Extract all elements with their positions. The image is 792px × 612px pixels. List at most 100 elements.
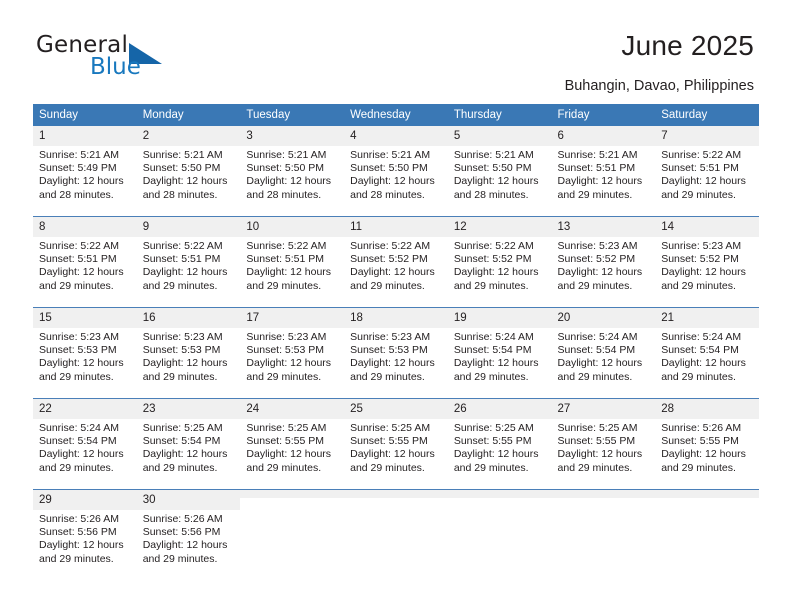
- day-number: 8: [33, 217, 137, 237]
- calendar-day-cell[interactable]: 11 Sunrise: 5:22 AM Sunset: 5:52 PM Dayligh…: [344, 216, 448, 308]
- sunset-text: Sunset: 5:50 PM: [453, 162, 532, 175]
- calendar-day-cell[interactable]: 6 Sunrise: 5:21 AM Sunset: 5:51 PM Daylight…: [551, 126, 656, 217]
- daylight-text-line1: Daylight: 12 hours: [39, 175, 124, 188]
- daylight-text-line2: and 28 minutes.: [350, 188, 425, 201]
- calendar-day-cell[interactable]: 30 Sunrise: 5:26 AM Sunset: 5:56 PM Dayligh…: [136, 489, 241, 580]
- daylight-text-line2: and 28 minutes.: [246, 188, 322, 201]
- daylight-text-line2: and 29 minutes.: [453, 370, 529, 383]
- calendar-day-cell[interactable]: 8 Sunrise: 5:22 AM Sunset: 5:51 PM Daylight…: [33, 216, 137, 308]
- daylight-text-line1: Daylight: 12 hours: [246, 266, 332, 279]
- calendar-day-cell[interactable]: 29 Sunrise: 5:26 AM Sunset: 5:56 PM Dayligh…: [33, 489, 137, 580]
- sunrise-text: Sunrise: 5:21 AM: [39, 149, 119, 161]
- sunrise-text: Sunrise: 5:24 AM: [453, 331, 534, 343]
- sunset-text: Sunset: 5:55 PM: [246, 435, 325, 448]
- day-sun-info: Sunrise: 5:26 AM Sunset: 5:56 PM Daylight:…: [137, 510, 241, 566]
- calendar-day-cell[interactable]: 5 Sunrise: 5:21 AM Sunset: 5:50 PM Daylight…: [447, 126, 552, 217]
- calendar-day-cell[interactable]: 2 Sunrise: 5:21 AM Sunset: 5:50 PM Daylight…: [136, 126, 241, 217]
- day-number: 14: [655, 217, 759, 237]
- day-sun-info: Sunrise: 5:26 AM Sunset: 5:55 PM Daylight:…: [655, 419, 759, 475]
- day-sun-info: Sunrise: 5:23 AM Sunset: 5:52 PM Daylight:…: [655, 237, 759, 293]
- calendar-day-cell[interactable]: 24 Sunrise: 5:25 AM Sunset: 5:55 PM Dayligh…: [240, 398, 345, 490]
- day-number: 23: [136, 399, 241, 419]
- calendar-day-cell[interactable]: 9 Sunrise: 5:22 AM Sunset: 5:51 PM Daylight…: [136, 216, 241, 308]
- calendar-day-cell[interactable]: 3 Sunrise: 5:21 AM Sunset: 5:50 PM Daylight…: [240, 126, 345, 217]
- daylight-text-line2: and 29 minutes.: [557, 188, 633, 201]
- calendar-day-cell[interactable]: 26 Sunrise: 5:25 AM Sunset: 5:55 PM Dayligh…: [447, 398, 552, 490]
- day-sun-info: Sunrise: 5:21 AM Sunset: 5:50 PM Daylight:…: [448, 146, 552, 202]
- daylight-text-line1: Daylight: 12 hours: [661, 175, 746, 188]
- calendar-day-cell[interactable]: 22 Sunrise: 5:24 AM Sunset: 5:54 PM Dayligh…: [33, 398, 137, 490]
- day-number: 25: [344, 399, 448, 419]
- daylight-text-line1: Daylight: 12 hours: [453, 357, 539, 370]
- daylight-text-line1: Daylight: 12 hours: [453, 266, 539, 279]
- calendar-day-cell[interactable]: 23 Sunrise: 5:25 AM Sunset: 5:54 PM Dayligh…: [136, 398, 241, 490]
- day-sun-info: Sunrise: 5:24 AM Sunset: 5:54 PM Daylight:…: [655, 328, 759, 384]
- sunrise-text: Sunrise: 5:25 AM: [557, 422, 638, 434]
- day-number: 20: [551, 308, 656, 328]
- calendar-day-cell[interactable]: 1 Sunrise: 5:21 AM Sunset: 5:49 PM Daylight…: [33, 126, 137, 217]
- calendar-empty-cell: [344, 489, 448, 580]
- calendar-day-cell[interactable]: 20 Sunrise: 5:24 AM Sunset: 5:54 PM Dayligh…: [551, 307, 656, 399]
- day-sun-info: Sunrise: 5:22 AM Sunset: 5:51 PM Daylight:…: [137, 237, 241, 293]
- calendar-day-cell[interactable]: 21 Sunrise: 5:24 AM Sunset: 5:54 PM Dayligh…: [655, 307, 759, 399]
- daylight-text-line2: and 29 minutes.: [142, 279, 218, 292]
- day-number: [240, 490, 345, 498]
- sunset-text: Sunset: 5:54 PM: [661, 344, 739, 357]
- daylight-text-line2: and 29 minutes.: [661, 370, 736, 383]
- sunset-text: Sunset: 5:49 PM: [39, 162, 117, 175]
- calendar-day-cell[interactable]: 13 Sunrise: 5:23 AM Sunset: 5:52 PM Dayligh…: [551, 216, 656, 308]
- daylight-text-line2: and 29 minutes.: [246, 461, 322, 474]
- day-number: 19: [447, 308, 552, 328]
- weekday-header-monday: Monday: [136, 104, 241, 126]
- sunset-text: Sunset: 5:56 PM: [142, 526, 221, 539]
- calendar-day-cell[interactable]: 12 Sunrise: 5:22 AM Sunset: 5:52 PM Dayligh…: [447, 216, 552, 308]
- daylight-text-line1: Daylight: 12 hours: [246, 357, 332, 370]
- general-blue-logo[interactable]: General Blue: [36, 32, 246, 82]
- day-sun-info: Sunrise: 5:21 AM Sunset: 5:51 PM Daylight:…: [552, 146, 656, 202]
- sunrise-text: Sunrise: 5:23 AM: [39, 331, 119, 343]
- sunset-text: Sunset: 5:53 PM: [39, 344, 117, 357]
- day-sun-info: Sunrise: 5:24 AM Sunset: 5:54 PM Daylight:…: [552, 328, 656, 384]
- sunset-text: Sunset: 5:55 PM: [453, 435, 532, 448]
- sunrise-text: Sunrise: 5:24 AM: [557, 331, 638, 343]
- calendar-week-row: 15 Sunrise: 5:23 AM Sunset: 5:53 PM Dayligh…: [33, 307, 759, 399]
- calendar-day-cell[interactable]: 7 Sunrise: 5:22 AM Sunset: 5:51 PM Daylight…: [655, 126, 759, 217]
- calendar-day-cell[interactable]: 14 Sunrise: 5:23 AM Sunset: 5:52 PM Dayligh…: [655, 216, 759, 308]
- sunrise-text: Sunrise: 5:24 AM: [661, 331, 742, 343]
- day-number: 21: [655, 308, 759, 328]
- daylight-text-line2: and 29 minutes.: [453, 461, 529, 474]
- daylight-text-line1: Daylight: 12 hours: [246, 175, 332, 188]
- location-subtitle: Buhangin, Davao, Philippines: [564, 78, 754, 94]
- calendar-day-cell[interactable]: 25 Sunrise: 5:25 AM Sunset: 5:55 PM Dayligh…: [344, 398, 448, 490]
- sunrise-text: Sunrise: 5:23 AM: [350, 331, 431, 343]
- sunset-text: Sunset: 5:53 PM: [142, 344, 221, 357]
- sunrise-text: Sunrise: 5:25 AM: [246, 422, 327, 434]
- calendar-day-cell[interactable]: 18 Sunrise: 5:23 AM Sunset: 5:53 PM Dayligh…: [344, 307, 448, 399]
- page-header: General Blue June 2025 Buhangin, Davao, …: [0, 0, 792, 94]
- daylight-text-line2: and 29 minutes.: [557, 370, 633, 383]
- day-number: 5: [447, 126, 552, 146]
- sunset-text: Sunset: 5:52 PM: [661, 253, 739, 266]
- daylight-text-line2: and 28 minutes.: [142, 188, 218, 201]
- calendar-day-cell[interactable]: 17 Sunrise: 5:23 AM Sunset: 5:53 PM Dayligh…: [240, 307, 345, 399]
- day-sun-info: Sunrise: 5:25 AM Sunset: 5:55 PM Daylight:…: [240, 419, 344, 475]
- sunrise-text: Sunrise: 5:23 AM: [142, 331, 223, 343]
- calendar-day-cell[interactable]: 19 Sunrise: 5:24 AM Sunset: 5:54 PM Dayligh…: [447, 307, 552, 399]
- calendar-day-cell[interactable]: 16 Sunrise: 5:23 AM Sunset: 5:53 PM Dayligh…: [136, 307, 241, 399]
- calendar-day-cell[interactable]: 15 Sunrise: 5:23 AM Sunset: 5:53 PM Dayligh…: [33, 307, 137, 399]
- daylight-text-line1: Daylight: 12 hours: [39, 539, 124, 552]
- day-sun-info: Sunrise: 5:23 AM Sunset: 5:53 PM Daylight:…: [240, 328, 344, 384]
- calendar-day-cell[interactable]: 4 Sunrise: 5:21 AM Sunset: 5:50 PM Daylight…: [344, 126, 448, 217]
- daylight-text-line2: and 29 minutes.: [39, 279, 114, 292]
- daylight-text-line2: and 29 minutes.: [350, 370, 425, 383]
- daylight-text-line2: and 28 minutes.: [39, 188, 114, 201]
- calendar-day-cell[interactable]: 10 Sunrise: 5:22 AM Sunset: 5:51 PM Dayligh…: [240, 216, 345, 308]
- day-sun-info: Sunrise: 5:21 AM Sunset: 5:50 PM Daylight:…: [137, 146, 241, 202]
- day-sun-info: Sunrise: 5:22 AM Sunset: 5:51 PM Daylight:…: [655, 146, 759, 202]
- daylight-text-line1: Daylight: 12 hours: [39, 266, 124, 279]
- day-sun-info: Sunrise: 5:24 AM Sunset: 5:54 PM Daylight:…: [33, 419, 137, 475]
- calendar-day-cell[interactable]: 28 Sunrise: 5:26 AM Sunset: 5:55 PM Dayligh…: [655, 398, 759, 490]
- calendar-day-cell[interactable]: 27 Sunrise: 5:25 AM Sunset: 5:55 PM Dayligh…: [551, 398, 656, 490]
- day-number: 2: [136, 126, 241, 146]
- daylight-text-line2: and 29 minutes.: [350, 279, 425, 292]
